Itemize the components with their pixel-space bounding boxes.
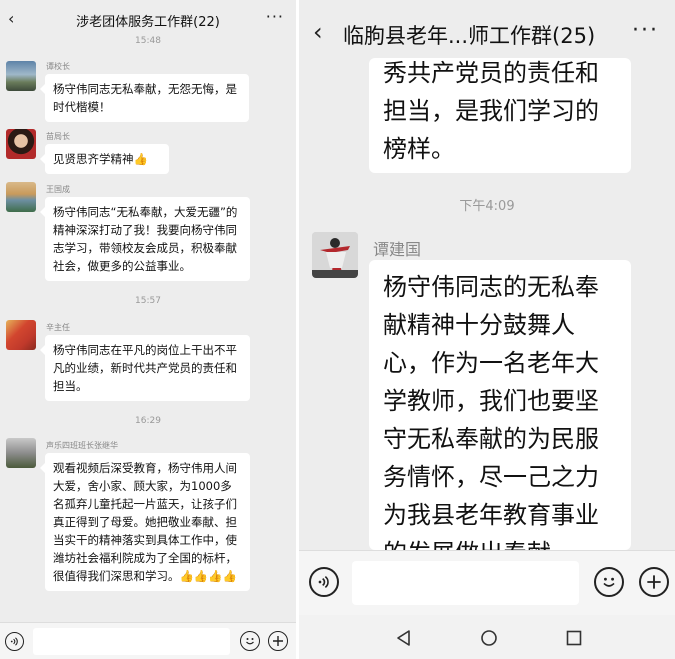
timestamp: 下午4:09 — [459, 199, 515, 214]
timestamp: 15:48 — [135, 36, 161, 46]
message-input[interactable] — [352, 561, 579, 605]
avatar[interactable] — [6, 182, 36, 212]
message-text: 杨守伟同志的无私奉献精神十分鼓舞人心，作为一名老年大学教师，我们也要坚守无私奉献… — [383, 273, 599, 550]
more-options-icon[interactable]: ··· — [632, 18, 659, 43]
timestamp: 16:29 — [135, 416, 161, 426]
sender-name: 辛主任 — [46, 323, 70, 332]
emoji-icon[interactable] — [594, 567, 624, 597]
message-bubble[interactable]: 杨守伟同志无私奉献，无怨无悔，是时代楷模！ — [40, 74, 249, 122]
voice-icon[interactable] — [309, 567, 339, 597]
avatar[interactable] — [6, 129, 36, 159]
input-bar — [299, 550, 675, 616]
nav-recent-icon[interactable] — [565, 629, 583, 647]
message-input[interactable] — [33, 628, 230, 655]
chat-title: 临朐县老年...师工作群(25) — [343, 24, 596, 48]
back-icon[interactable]: ‹ — [313, 18, 323, 46]
input-bar — [0, 622, 296, 659]
message-bubble[interactable]: 观看视频后深受教育，杨守伟用人间大爱，舍小家、顾大家，为1000多名孤弃儿童托起… — [40, 453, 250, 591]
message-text: 秀共产党员的责任和担当，是我们学习的榜样。 — [383, 59, 599, 163]
avatar[interactable] — [312, 232, 358, 278]
sender-name: 苗局长 — [46, 132, 70, 141]
avatar[interactable] — [6, 320, 36, 350]
sender-name: 声乐四班班长张继华 — [46, 441, 118, 450]
left-chat-panel: ‹ 涉老团体服务工作群(22) ··· 15:48 谭校长 杨守伟同志无私奉献，… — [0, 0, 296, 659]
nav-home-icon[interactable] — [480, 629, 498, 647]
right-chat-panel: ‹ 临朐县老年...师工作群(25) ··· 秀共产党员的责任和担当，是我们学习… — [299, 0, 675, 659]
sender-name: 谭校长 — [46, 62, 70, 71]
chat-header: ‹ 临朐县老年...师工作群(25) ··· — [299, 0, 675, 66]
nav-back-icon[interactable] — [395, 629, 413, 647]
timestamp: 15:57 — [135, 296, 161, 306]
more-options-icon[interactable]: ··· — [266, 7, 284, 26]
sender-name: 谭建国 — [373, 240, 422, 259]
chat-title: 涉老团体服务工作群(22) — [76, 15, 220, 30]
message-bubble[interactable]: 杨守伟同志“无私奉献，大爱无疆”的精神深深打动了我！我要向杨守伟同志学习，带领校… — [40, 197, 250, 281]
message-bubble[interactable]: 杨守伟同志的无私奉献精神十分鼓舞人心，作为一名老年大学教师，我们也要坚守无私奉献… — [369, 260, 631, 550]
avatar[interactable] — [6, 438, 36, 468]
message-bubble[interactable]: 见贤思齐学精神👍 — [40, 144, 169, 174]
emoji-icon[interactable] — [240, 631, 260, 651]
chat-header: ‹ 涉老团体服务工作群(22) ··· — [0, 0, 296, 38]
plus-icon[interactable] — [639, 567, 669, 597]
plus-icon[interactable] — [268, 631, 288, 651]
avatar[interactable] — [6, 61, 36, 91]
sender-name: 王国成 — [46, 185, 70, 194]
navigation-bar — [299, 615, 675, 659]
message-bubble[interactable]: 秀共产党员的责任和担当，是我们学习的榜样。 — [369, 58, 631, 173]
voice-icon[interactable] — [5, 632, 24, 651]
message-bubble[interactable]: 杨守伟同志在平凡的岗位上干出不平凡的业绩，新时代共产党员的责任和担当。 — [40, 335, 250, 401]
